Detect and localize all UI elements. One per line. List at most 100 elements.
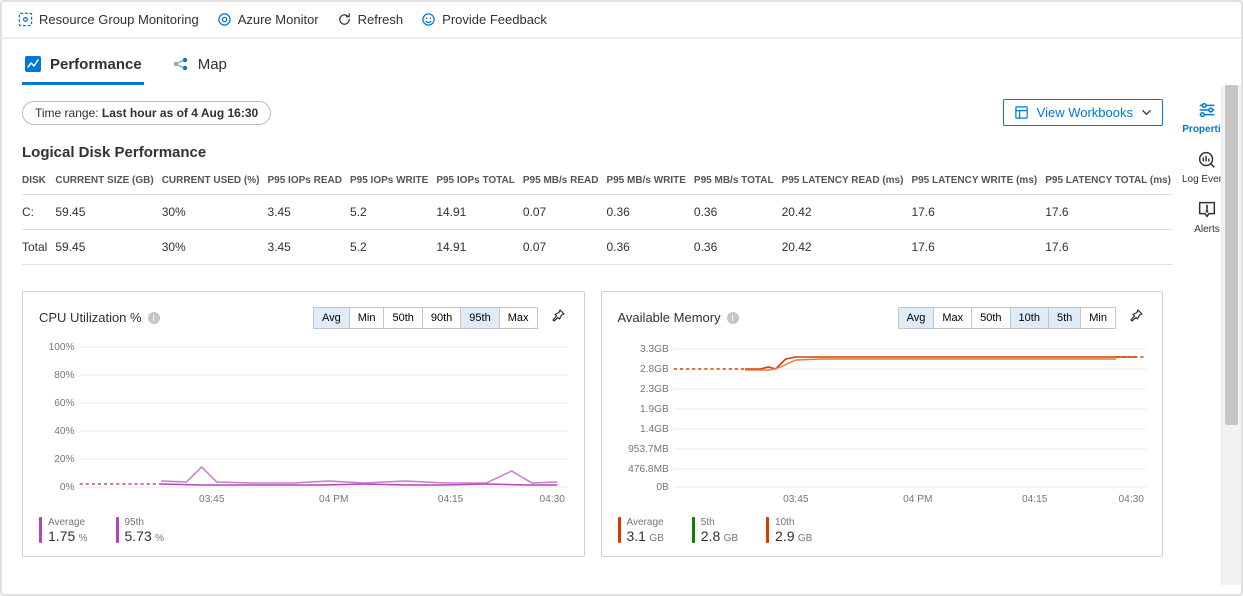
disk-header: P95 LATENCY TOTAL (ms) — [1045, 169, 1173, 195]
refresh-label: Refresh — [358, 12, 404, 27]
tab-map-label: Map — [198, 56, 227, 73]
time-range-pill[interactable]: Time range: Last hour as of 4 Aug 16:30 — [22, 101, 271, 125]
disk-cell: 3.45 — [267, 195, 349, 230]
main-content: Time range: Last hour as of 4 Aug 16:30 … — [2, 85, 1173, 585]
info-icon[interactable]: i — [148, 312, 160, 324]
legend-item: 5th 2.8 GB — [692, 517, 738, 544]
disk-header: P95 MB/s TOTAL — [694, 169, 782, 195]
legend-label: 95th — [125, 517, 165, 528]
svg-text:04 PM: 04 PM — [319, 494, 348, 505]
feedback-button[interactable]: Provide Feedback — [421, 12, 547, 27]
legend-label: 5th — [701, 517, 738, 528]
resource-group-monitoring-label: Resource Group Monitoring — [39, 12, 199, 27]
disk-cell: 59.45 — [55, 195, 161, 230]
tab-performance[interactable]: Performance — [22, 49, 144, 83]
view-workbooks-button[interactable]: View Workbooks — [1003, 99, 1163, 126]
cpu-min-button[interactable]: Min — [350, 308, 385, 328]
memory-chart[interactable]: 3.3GB 2.8GB 2.3GB 1.9GB 1.4GB 953.7MB 47… — [618, 337, 1147, 507]
disk-cell: 5.2 — [350, 230, 436, 265]
svg-text:03:45: 03:45 — [199, 494, 225, 505]
mem-min-button[interactable]: Min — [1081, 308, 1115, 328]
legend-item: Average 3.1 GB — [618, 517, 664, 544]
legend-swatch — [692, 517, 695, 543]
legend-value: 2.9 — [775, 528, 794, 544]
mem-avg-button[interactable]: Avg — [899, 308, 935, 328]
memory-title-text: Available Memory — [618, 310, 721, 325]
alert-icon — [1196, 199, 1218, 221]
mem-p5-button[interactable]: 5th — [1049, 308, 1081, 328]
svg-text:04:15: 04:15 — [438, 494, 464, 505]
svg-text:476.8MB: 476.8MB — [628, 464, 669, 475]
resource-group-monitoring-button[interactable]: Resource Group Monitoring — [18, 12, 199, 27]
disk-cell: 17.6 — [1045, 195, 1173, 230]
disk-cell: 0.07 — [523, 195, 607, 230]
disk-cell: 20.42 — [782, 230, 912, 265]
svg-text:04:30: 04:30 — [1118, 494, 1144, 505]
info-icon[interactable]: i — [727, 312, 739, 324]
disk-cell: 14.91 — [436, 230, 523, 265]
disk-cell: 0.36 — [606, 195, 693, 230]
disk-header-row: DISK CURRENT SIZE (GB) CURRENT USED (%) … — [22, 169, 1173, 195]
legend-unit: % — [155, 533, 164, 544]
disk-row[interactable]: C:59.4530%3.455.214.910.070.360.3620.421… — [22, 195, 1173, 230]
memory-aggregate-selector: Avg Max 50th 10th 5th Min — [898, 307, 1116, 329]
disk-cell: 20.42 — [782, 195, 912, 230]
cpu-p95-button[interactable]: 95th — [461, 308, 499, 328]
cpu-max-button[interactable]: Max — [500, 308, 537, 328]
legend-value: 2.8 — [701, 528, 720, 544]
mem-p10-button[interactable]: 10th — [1011, 308, 1049, 328]
disk-cell: 3.45 — [267, 230, 349, 265]
svg-text:2.3GB: 2.3GB — [640, 384, 669, 395]
memory-chart-card: Available Memory i Avg Max 50th 10th 5th… — [601, 291, 1164, 557]
legend-swatch — [618, 517, 621, 543]
disk-cell: 30% — [162, 230, 268, 265]
memory-pin-button[interactable] — [1126, 306, 1146, 329]
disk-cell: 0.36 — [694, 230, 782, 265]
pin-icon — [1128, 308, 1144, 324]
tab-map[interactable]: Map — [170, 49, 229, 83]
svg-text:1.9GB: 1.9GB — [640, 404, 669, 415]
disk-cell: 17.6 — [1045, 230, 1173, 265]
mem-max-button[interactable]: Max — [934, 308, 972, 328]
legend-item: Average 1.75 % — [39, 517, 88, 544]
cpu-p50-button[interactable]: 50th — [384, 308, 422, 328]
map-icon — [172, 55, 190, 73]
svg-text:60%: 60% — [54, 398, 74, 409]
mem-p50-button[interactable]: 50th — [972, 308, 1010, 328]
rail-alerts[interactable]: Alerts — [1194, 199, 1220, 235]
memory-chart-title: Available Memory i — [618, 310, 739, 325]
cpu-pin-button[interactable] — [548, 306, 568, 329]
cpu-chart-title: CPU Utilization % i — [39, 310, 160, 325]
rail-alerts-label: Alerts — [1194, 224, 1220, 235]
scrollbar-thumb[interactable] — [1225, 85, 1238, 425]
legend-unit: % — [79, 533, 88, 544]
svg-text:20%: 20% — [54, 454, 74, 465]
disk-header: P95 MB/s WRITE — [606, 169, 693, 195]
svg-text:100%: 100% — [49, 342, 75, 353]
svg-text:0B: 0B — [656, 482, 669, 493]
legend-value: 3.1 — [627, 528, 646, 544]
disk-cell: 30% — [162, 195, 268, 230]
refresh-button[interactable]: Refresh — [337, 12, 404, 27]
azure-monitor-label: Azure Monitor — [238, 12, 319, 27]
legend-label: Average — [627, 517, 664, 528]
view-workbooks-label: View Workbooks — [1037, 105, 1133, 120]
svg-text:03:45: 03:45 — [783, 494, 809, 505]
disk-row[interactable]: Total59.4530%3.455.214.910.070.360.3620.… — [22, 230, 1173, 265]
workbook-icon — [1014, 105, 1029, 120]
disk-header: P95 LATENCY WRITE (ms) — [911, 169, 1045, 195]
disk-cell: 17.6 — [911, 195, 1045, 230]
cpu-avg-button[interactable]: Avg — [314, 308, 350, 328]
disk-header: CURRENT SIZE (GB) — [55, 169, 161, 195]
disk-header: P95 IOPs WRITE — [350, 169, 436, 195]
disk-cell: 0.36 — [606, 230, 693, 265]
legend-value: 1.75 — [48, 528, 75, 544]
content-wrap: Time range: Last hour as of 4 Aug 16:30 … — [2, 85, 1241, 585]
azure-monitor-button[interactable]: Azure Monitor — [217, 12, 319, 27]
cpu-title-text: CPU Utilization % — [39, 310, 142, 325]
cpu-p90-button[interactable]: 90th — [423, 308, 461, 328]
vertical-scrollbar[interactable] — [1221, 85, 1241, 585]
cpu-chart[interactable]: 100% 80% 60% 40% 20% 0% — [39, 337, 568, 507]
legend-label: Average — [48, 517, 88, 528]
feedback-label: Provide Feedback — [442, 12, 547, 27]
